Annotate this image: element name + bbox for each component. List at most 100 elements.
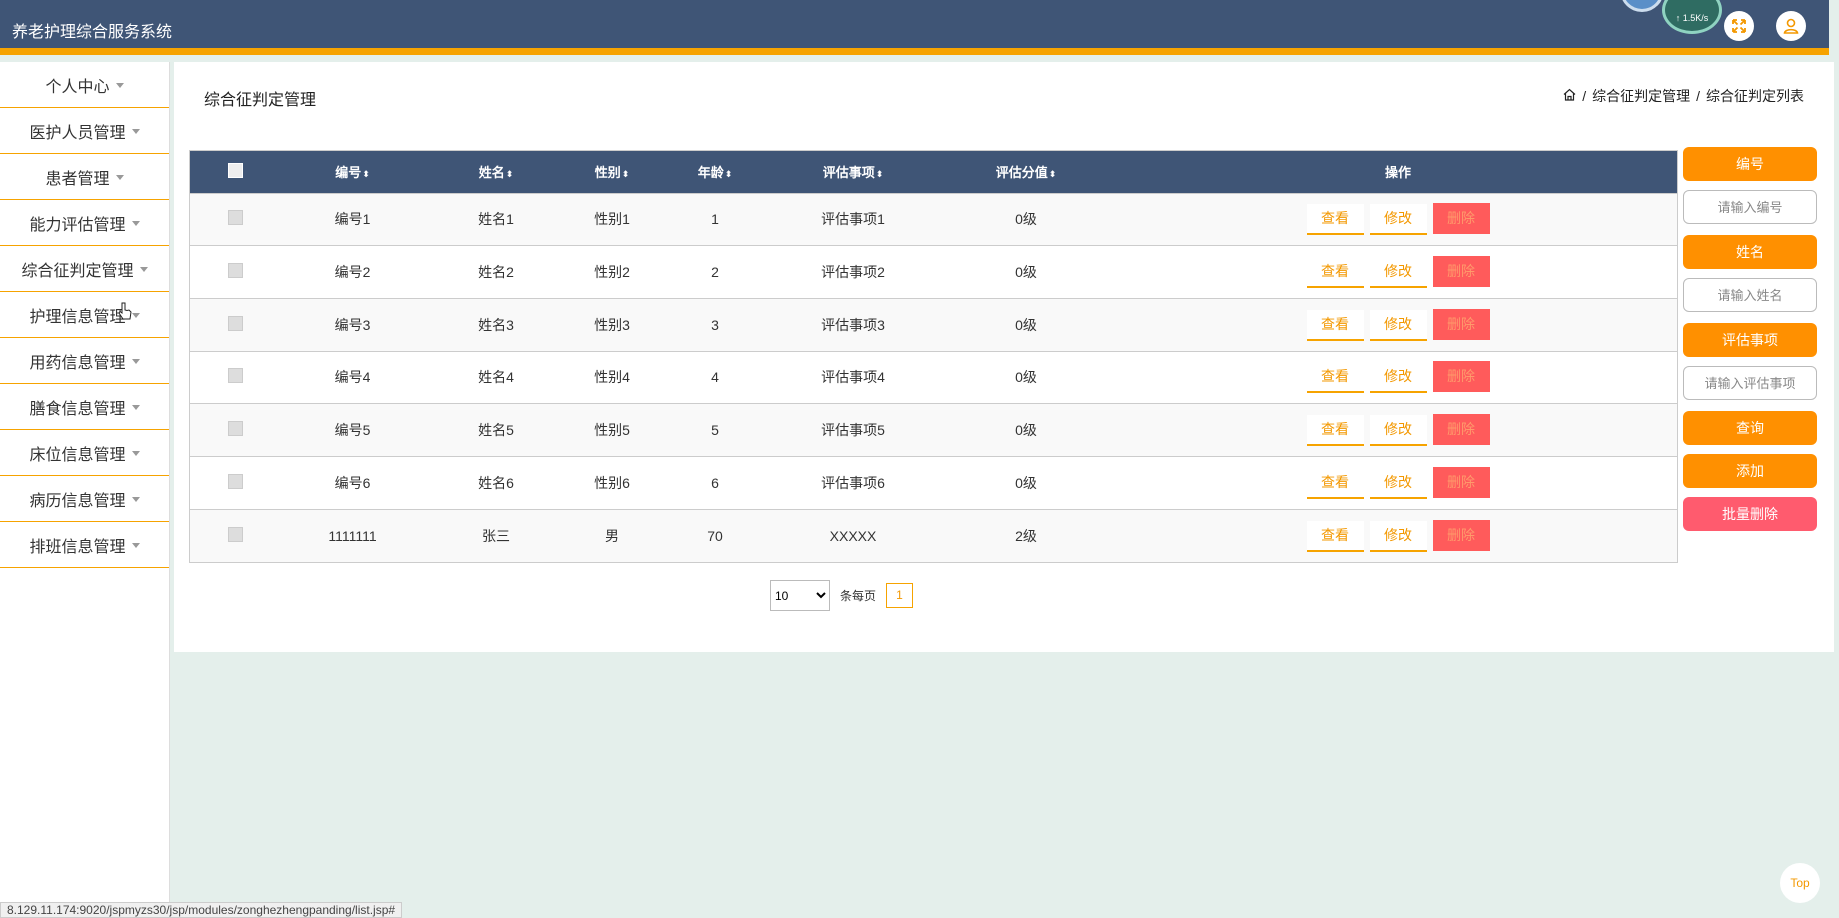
cell-assessment-score: 0级 [1015, 211, 1037, 228]
edit-button[interactable]: 修改 [1369, 415, 1427, 447]
sort-icon: ⬍ [362, 169, 370, 180]
view-button[interactable]: 查看 [1306, 467, 1364, 499]
cell-age: 3 [711, 316, 719, 333]
delete-button[interactable]: 删除 [1432, 256, 1490, 288]
app-title: 养老护理综合服务系统 [12, 24, 173, 41]
sidebar-item-ability-assessment[interactable]: 能力评估管理 [0, 200, 169, 246]
edit-button[interactable]: 修改 [1369, 467, 1427, 499]
view-button[interactable]: 查看 [1306, 204, 1364, 236]
cell-assessment-score: 0级 [1015, 369, 1037, 386]
column-header-age[interactable]: 年龄⬍ [657, 151, 773, 193]
edit-button[interactable]: 修改 [1369, 520, 1427, 552]
select-all-checkbox[interactable] [227, 162, 243, 178]
table-row: 编号5 姓名5 性别5 5 评估事项5 0级 查看 修改 删除 [190, 403, 1677, 457]
caret-down-icon [131, 313, 140, 318]
delete-button[interactable]: 删除 [1432, 308, 1490, 340]
sidebar-item-label: 个人中心 [45, 78, 110, 96]
sidebar-item-label: 床位信息管理 [29, 446, 126, 464]
delete-button[interactable]: 删除 [1432, 203, 1490, 235]
cell-number: 编号1 [334, 211, 371, 228]
cell-assessment-item: 评估事项1 [821, 211, 885, 228]
column-header-name[interactable]: 姓名⬍ [425, 151, 567, 193]
table-row: 编号6 姓名6 性别6 6 评估事项6 0级 查看 修改 删除 [190, 456, 1677, 509]
pagination: 10 条每页 1 [770, 580, 914, 611]
row-checkbox[interactable] [227, 263, 243, 279]
breadcrumb-separator: / [1696, 88, 1700, 104]
caret-down-icon [131, 451, 140, 456]
breadcrumb: / 综合征判定管理 / 综合征判定列表 [1563, 86, 1804, 106]
cell-gender: 性别2 [594, 264, 630, 281]
caret-down-icon [131, 497, 140, 502]
add-button[interactable]: 添加 [1683, 454, 1817, 488]
assessment-item-search-input[interactable] [1683, 366, 1817, 400]
caret-down-icon [131, 221, 140, 226]
cell-assessment-score: 0级 [1015, 316, 1037, 333]
cell-name: 姓名2 [478, 264, 514, 281]
back-to-top-button[interactable]: Top [1780, 863, 1820, 903]
sidebar-item-diet-info[interactable]: 膳食信息管理 [0, 384, 169, 430]
cell-age: 70 [707, 527, 723, 544]
edit-button[interactable]: 修改 [1369, 362, 1427, 394]
sidebar-item-personal-center[interactable]: 个人中心 [0, 62, 169, 108]
home-icon[interactable] [1563, 88, 1576, 104]
column-header-assessment-score[interactable]: 评估分值⬍ [933, 151, 1119, 193]
cell-gender: 性别3 [594, 316, 630, 333]
row-checkbox[interactable] [227, 473, 243, 489]
cell-number: 编号5 [334, 422, 371, 439]
sidebar-item-label: 用药信息管理 [29, 354, 126, 372]
sidebar-item-label: 病历信息管理 [29, 492, 126, 510]
view-button[interactable]: 查看 [1306, 362, 1364, 394]
cell-number: 编号6 [334, 474, 371, 491]
expand-icon[interactable] [1724, 11, 1754, 41]
view-button[interactable]: 查看 [1306, 415, 1364, 447]
row-checkbox[interactable] [227, 526, 243, 542]
cell-assessment-score: 0级 [1015, 474, 1037, 491]
main-content: 综合征判定管理 / 综合征判定管理 / 综合征判定列表 编号⬍ 姓名⬍ 性别⬍ … [174, 62, 1834, 652]
cell-assessment-item: 评估事项5 [821, 422, 885, 439]
cell-name: 姓名3 [478, 316, 514, 333]
row-checkbox[interactable] [227, 210, 243, 226]
number-search-input[interactable] [1683, 190, 1817, 224]
edit-button[interactable]: 修改 [1369, 257, 1427, 289]
sidebar-item-patients[interactable]: 患者管理 [0, 154, 169, 200]
cell-number: 编号4 [334, 369, 371, 386]
delete-button[interactable]: 删除 [1432, 466, 1490, 498]
edit-button[interactable]: 修改 [1369, 309, 1427, 341]
sidebar-item-medical-records[interactable]: 病历信息管理 [0, 476, 169, 522]
batch-delete-button[interactable]: 批量删除 [1683, 497, 1817, 531]
row-checkbox[interactable] [227, 421, 243, 437]
network-monitor-badge [1620, 0, 1664, 12]
column-header-number[interactable]: 编号⬍ [280, 151, 425, 193]
column-header-assessment-item[interactable]: 评估事项⬍ [773, 151, 933, 193]
user-icon[interactable] [1776, 11, 1806, 41]
sidebar-item-medication-info[interactable]: 用药信息管理 [0, 338, 169, 384]
delete-button[interactable]: 删除 [1432, 519, 1490, 551]
cell-age: 1 [711, 211, 719, 228]
view-button[interactable]: 查看 [1306, 257, 1364, 289]
caret-down-icon [115, 83, 124, 88]
sidebar-item-syndrome-judgement[interactable]: 综合征判定管理 [0, 246, 169, 292]
row-checkbox[interactable] [227, 368, 243, 384]
breadcrumb-item[interactable]: 综合征判定管理 [1592, 86, 1690, 106]
query-button[interactable]: 查询 [1683, 411, 1817, 445]
top-bar: 养老护理综合服务系统 ↑ 1.5K/s [0, 0, 1829, 55]
sidebar-item-scheduling[interactable]: 排班信息管理 [0, 522, 169, 568]
sidebar-item-nursing-info[interactable]: 护理信息管理 [0, 292, 169, 338]
sidebar-item-label: 患者管理 [45, 170, 110, 188]
page-number-button[interactable]: 1 [886, 583, 914, 608]
row-checkbox[interactable] [227, 315, 243, 331]
delete-button[interactable]: 删除 [1432, 414, 1490, 446]
delete-button[interactable]: 删除 [1432, 361, 1490, 393]
caret-down-icon [131, 405, 140, 410]
name-search-input[interactable] [1683, 278, 1817, 312]
cell-age: 2 [711, 264, 719, 281]
breadcrumb-current: 综合征判定列表 [1706, 88, 1804, 104]
cell-gender: 性别1 [594, 211, 630, 228]
edit-button[interactable]: 修改 [1369, 204, 1427, 236]
sidebar-item-bed-info[interactable]: 床位信息管理 [0, 430, 169, 476]
column-header-gender[interactable]: 性别⬍ [567, 151, 657, 193]
view-button[interactable]: 查看 [1306, 520, 1364, 552]
page-size-select[interactable]: 10 [770, 580, 830, 611]
view-button[interactable]: 查看 [1306, 309, 1364, 341]
sidebar-item-medical-staff[interactable]: 医护人员管理 [0, 108, 169, 154]
